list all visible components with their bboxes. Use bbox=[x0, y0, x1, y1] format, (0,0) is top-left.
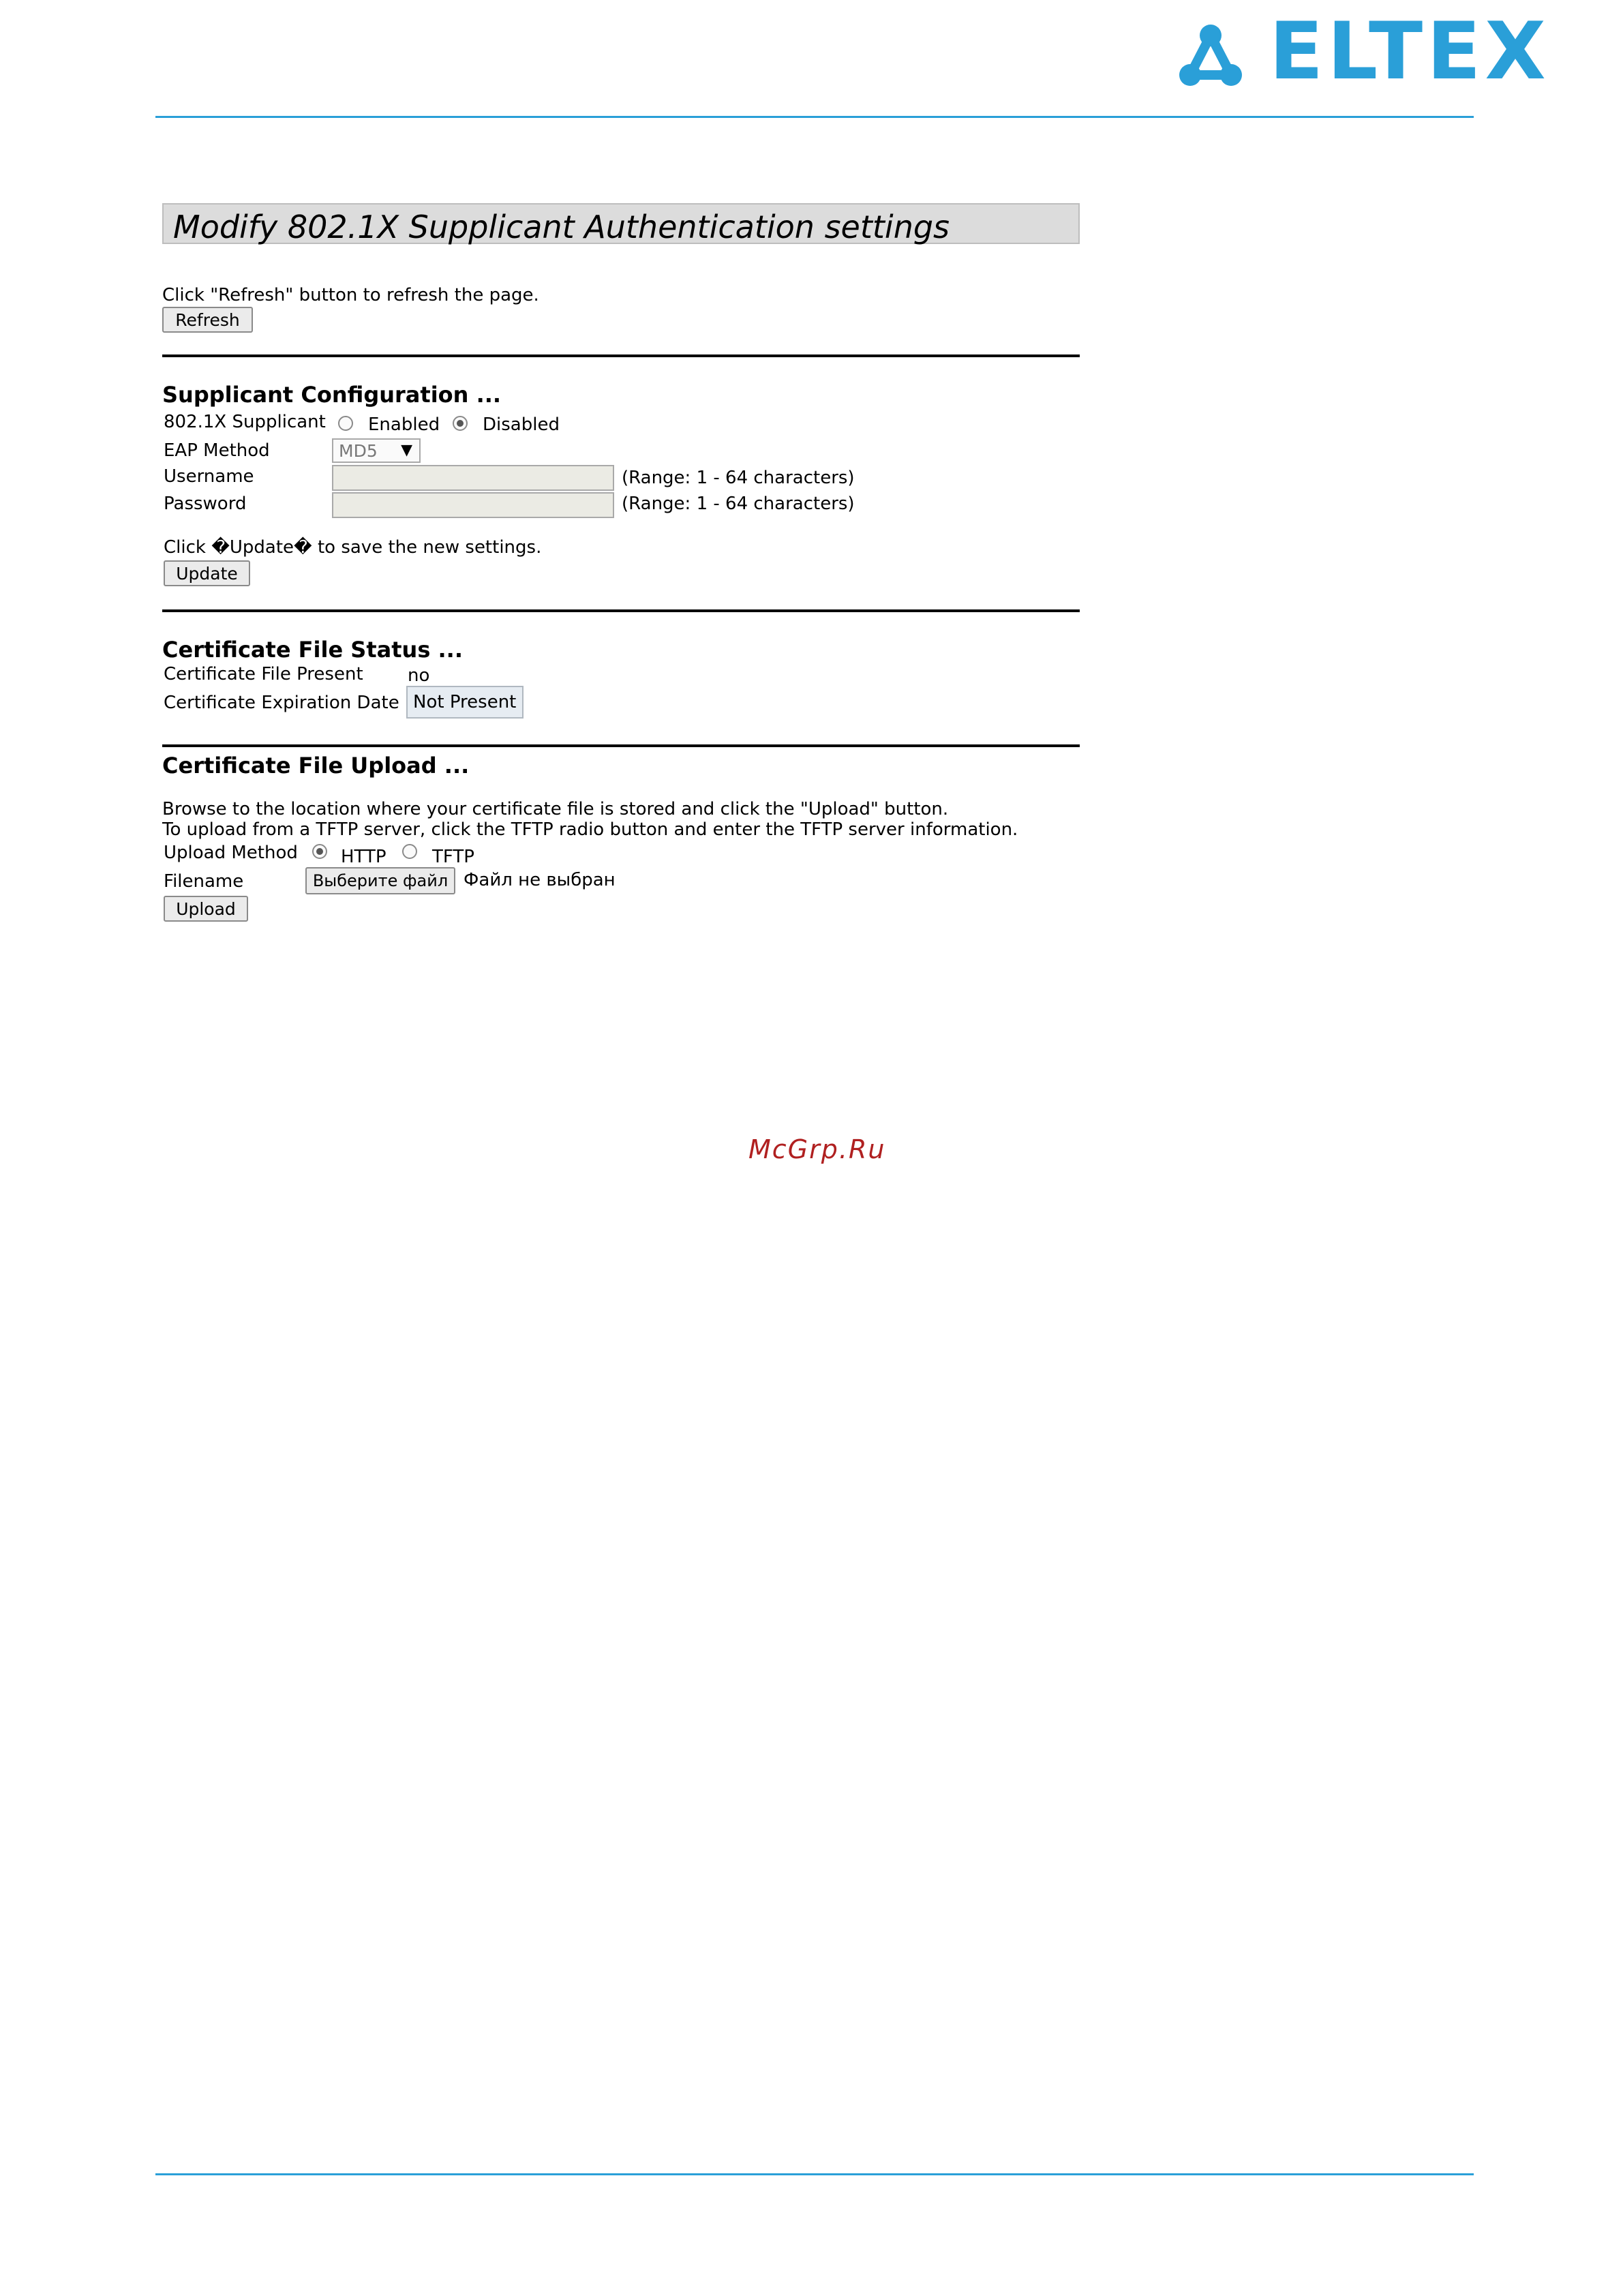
upload-button[interactable]: Upload bbox=[164, 896, 248, 922]
eap-method-select[interactable]: MD5 ▼ bbox=[332, 438, 421, 463]
supplicant-label: 802.1X Supplicant bbox=[164, 412, 326, 432]
upload-instruction-2: To upload from a TFTP server, click the … bbox=[162, 819, 1018, 840]
password-label: Password bbox=[164, 494, 247, 514]
upload-tftp-label: TFTP bbox=[432, 847, 474, 867]
refresh-button[interactable]: Refresh bbox=[162, 307, 253, 333]
section-divider bbox=[162, 609, 1080, 612]
section-divider bbox=[162, 744, 1080, 747]
dropdown-arrow-icon: ▼ bbox=[401, 442, 412, 459]
watermark-text: McGrp.Ru bbox=[748, 1134, 886, 1164]
supplicant-disabled-radio[interactable] bbox=[453, 416, 468, 431]
username-range: (Range: 1 - 64 characters) bbox=[622, 468, 855, 488]
cert-present-value: no bbox=[408, 665, 430, 686]
cert-expiration-value: Not Present bbox=[406, 686, 524, 719]
upload-method-label: Upload Method bbox=[164, 843, 298, 863]
filename-label: Filename bbox=[164, 871, 244, 892]
cert-present-label: Certificate File Present bbox=[164, 664, 363, 684]
eap-method-value: MD5 bbox=[339, 440, 378, 461]
logo-text: ELTEX bbox=[1269, 5, 1550, 97]
upload-http-radio[interactable] bbox=[312, 844, 327, 859]
username-label: Username bbox=[164, 466, 254, 487]
page-title-bar: Modify 802.1X Supplicant Authentication … bbox=[162, 203, 1080, 245]
supplicant-disabled-label: Disabled bbox=[483, 414, 560, 435]
footer-divider bbox=[155, 2173, 1474, 2175]
network-nodes-icon bbox=[1179, 25, 1242, 86]
upload-tftp-radio[interactable] bbox=[402, 844, 417, 859]
page-title: Modify 802.1X Supplicant Authentication … bbox=[173, 209, 950, 245]
cert-upload-heading: Certificate File Upload ... bbox=[162, 753, 470, 779]
eltex-logo bbox=[1178, 23, 1243, 89]
section-divider bbox=[162, 354, 1080, 357]
update-button[interactable]: Update bbox=[164, 560, 250, 586]
password-input[interactable] bbox=[332, 492, 614, 518]
supplicant-enabled-label: Enabled bbox=[368, 414, 440, 435]
cert-status-heading: Certificate File Status ... bbox=[162, 637, 463, 663]
supplicant-enabled-radio[interactable] bbox=[338, 416, 353, 431]
supplicant-heading: Supplicant Configuration ... bbox=[162, 382, 502, 408]
username-input[interactable] bbox=[332, 465, 614, 491]
refresh-hint: Click "Refresh" button to refresh the pa… bbox=[162, 285, 539, 305]
no-file-text: Файл не выбран bbox=[464, 870, 616, 890]
password-range: (Range: 1 - 64 characters) bbox=[622, 494, 855, 514]
update-hint: Click �Update� to save the new settings. bbox=[164, 537, 542, 558]
eap-method-label: EAP Method bbox=[164, 440, 270, 461]
choose-file-button[interactable]: Выберите файл bbox=[305, 867, 455, 894]
upload-instruction-1: Browse to the location where your certif… bbox=[162, 799, 949, 819]
upload-http-label: HTTP bbox=[341, 847, 386, 867]
cert-expiration-label: Certificate Expiration Date bbox=[164, 693, 399, 713]
header-divider bbox=[155, 116, 1474, 118]
